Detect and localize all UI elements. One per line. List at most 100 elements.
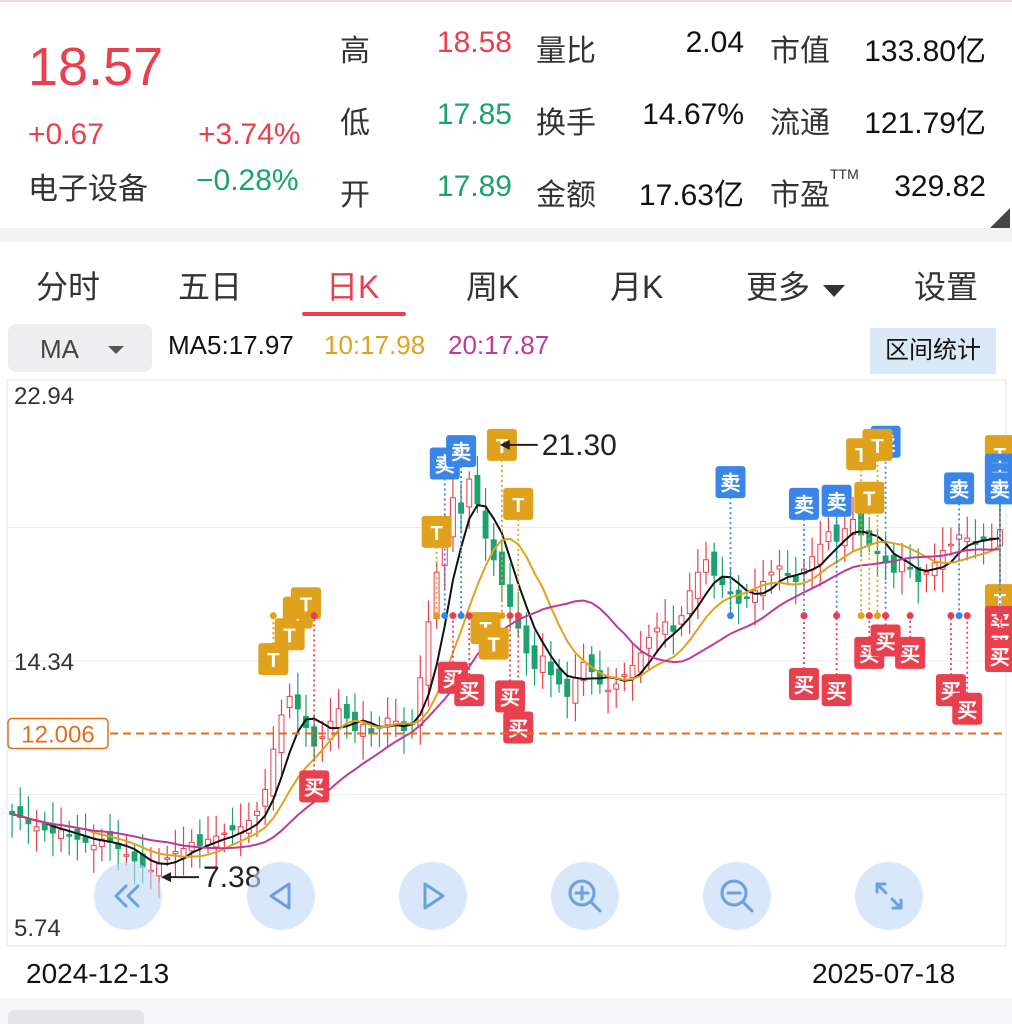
marker-dot — [457, 612, 465, 620]
candle-body — [907, 567, 914, 570]
marker-label: T — [871, 436, 883, 458]
marker-label: 买 — [459, 681, 479, 703]
candle-body — [637, 652, 644, 673]
zoom-in-button-bg — [551, 862, 619, 930]
candle-body — [262, 789, 269, 807]
price-change: +0.67 — [28, 118, 104, 151]
candle-body — [539, 655, 546, 673]
tab-settings[interactable]: 设置 — [914, 262, 978, 308]
marker-label: 买 — [957, 700, 977, 722]
candle-body — [466, 478, 473, 508]
candle-body — [776, 565, 783, 570]
candle-body — [319, 736, 326, 739]
candle-body — [572, 677, 579, 704]
tab-monthly-k[interactable]: 月K — [610, 262, 663, 308]
candle-body — [172, 851, 179, 855]
stat-pe-value: 329.82 — [894, 170, 986, 203]
candle-body — [294, 694, 301, 710]
zoom-in-button[interactable] — [551, 862, 619, 930]
candle-body — [686, 590, 693, 615]
marker-label: 卖 — [794, 494, 814, 517]
ma5-value: MA5:17.97 — [168, 330, 294, 360]
candle-body — [229, 825, 236, 831]
tab-weekly-k[interactable]: 周K — [466, 262, 519, 308]
bottom-panel-handle[interactable] — [8, 1010, 144, 1024]
fullscreen-button[interactable] — [855, 862, 923, 930]
marker-label: T — [300, 594, 312, 616]
y-bottom-label: 5.74 — [14, 915, 61, 942]
zoom-out-button[interactable] — [703, 862, 771, 930]
marker-label: 买 — [500, 687, 520, 709]
candle-body — [784, 572, 791, 576]
marker-label: T — [512, 495, 524, 517]
candle-body — [547, 661, 554, 676]
candle-body — [645, 636, 652, 649]
marker-label: T — [430, 523, 442, 545]
marker-label: 买 — [794, 675, 814, 697]
candle-body — [899, 559, 905, 573]
candle-body — [556, 668, 563, 685]
candle-body — [384, 717, 391, 726]
tab-more[interactable]: 更多 — [746, 262, 845, 308]
indicator-select[interactable]: MA — [8, 324, 152, 372]
candle-body — [254, 810, 260, 816]
price-change-pct: +3.74% — [198, 118, 301, 151]
scroll-left-button[interactable] — [94, 862, 162, 930]
candle-body — [58, 829, 65, 839]
marker-label: 买 — [508, 718, 528, 740]
candle-body — [923, 571, 930, 575]
candle-body — [66, 834, 73, 837]
candle-body — [90, 844, 97, 851]
prev-button[interactable] — [247, 862, 315, 930]
marker-label: T — [267, 650, 279, 672]
sector-name[interactable]: 电子设备 — [28, 164, 148, 208]
tab-intraday[interactable]: 分时 — [36, 262, 100, 308]
candle-body — [33, 826, 40, 832]
quote-header: 18.57 +0.67 +3.74% 电子设备 −0.28% 高 18.58 低… — [0, 0, 1012, 228]
stat-amount-label: 金额 — [536, 179, 596, 212]
corner-triangle-icon — [990, 208, 1010, 228]
marker-dot — [433, 612, 441, 620]
candle-body — [964, 537, 971, 542]
tab-more-label: 更多 — [746, 269, 811, 305]
candle-body — [286, 695, 293, 709]
period-tabs: 分时 五日 日K 周K 月K 更多 设置 — [0, 242, 1012, 318]
x-end-date: 2025-07-18 — [812, 958, 956, 989]
marker-dot — [906, 612, 914, 620]
candle-body — [164, 857, 171, 860]
range-stats-button[interactable]: 区间统计 — [870, 328, 996, 374]
reference-price-label: 12.006 — [21, 721, 94, 748]
stat-low-label: 低 — [340, 107, 370, 140]
marker-dot — [310, 612, 318, 620]
marker-label: 卖 — [451, 441, 471, 464]
candle-body — [613, 683, 620, 690]
ma10-value: 10:17.98 — [324, 330, 426, 360]
candle-body — [523, 625, 530, 654]
x-start-date: 2024-12-13 — [26, 958, 170, 989]
prev-button-bg — [247, 862, 315, 930]
marker-dot — [441, 612, 449, 620]
section-divider — [0, 228, 1012, 242]
marker-dot — [865, 612, 873, 620]
ma20-value: 20:17.87 — [448, 330, 550, 360]
marker-label: 买 — [876, 632, 896, 654]
candle-body — [531, 645, 538, 669]
marker-label: 卖 — [827, 491, 847, 514]
candle-body — [482, 510, 489, 539]
y-top-label: 22.94 — [14, 383, 74, 410]
stat-market-cap-label: 市值 — [770, 35, 830, 68]
indicator-bar: MA MA5:17.97 10:17.98 20:17.87 区间统计 — [0, 320, 1012, 376]
candle-body — [890, 554, 897, 573]
bottom-area — [0, 998, 1012, 1024]
candle-body — [703, 559, 709, 573]
candle-body — [360, 723, 367, 737]
tab-five-day[interactable]: 五日 — [178, 262, 242, 308]
tab-daily-k[interactable]: 日K — [326, 262, 379, 308]
candle-body — [711, 551, 718, 576]
next-button[interactable] — [399, 862, 467, 930]
indicator-select-label: MA — [40, 334, 79, 364]
caret-down-icon — [822, 285, 845, 297]
candle-body — [743, 596, 750, 599]
kline-chart[interactable]: TTTT买卖卖TTTTT买买买买卖卖卖卖TTT卖买买买买买买买TT卖卖T买买卖买… — [0, 376, 1012, 950]
candle-body — [498, 551, 505, 586]
